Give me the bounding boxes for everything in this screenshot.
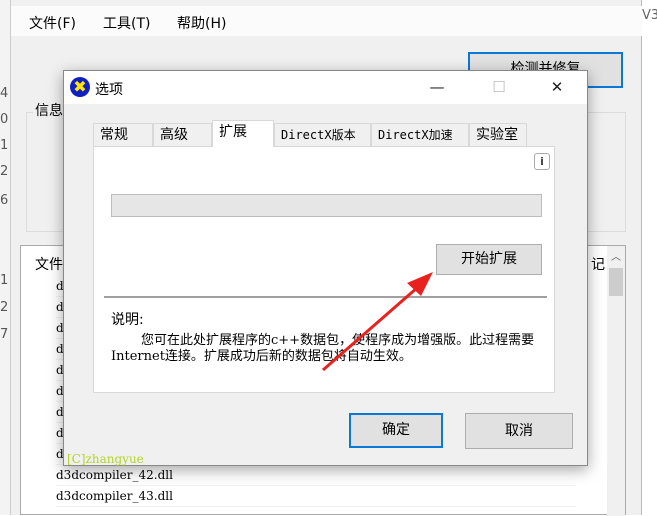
- left-number: 1: [0, 138, 9, 153]
- left-number: 4: [0, 86, 9, 101]
- tab-advanced[interactable]: 高级: [153, 123, 212, 146]
- info-button[interactable]: i: [534, 153, 550, 170]
- copyright-text: [C]zhangyue: [67, 452, 144, 466]
- column-header[interactable]: 记: [591, 254, 605, 274]
- tab-directx-accel[interactable]: DirectX加速: [371, 123, 469, 146]
- menu-tools[interactable]: 工具(T): [103, 13, 150, 33]
- menu-help[interactable]: 帮助(H): [177, 13, 226, 33]
- left-number: 6: [0, 193, 9, 208]
- left-number: 2: [0, 164, 9, 179]
- divider: [104, 296, 547, 298]
- extension-panel: i 开始扩展 说明: 您可在此处扩展程序的c++数据包，使程序成为增强版。此过程…: [93, 146, 555, 393]
- info-group-label: 信息: [33, 100, 65, 120]
- ok-button[interactable]: 确定: [349, 413, 443, 448]
- background-left-window: 4 0 1 2 6 1 2 7: [0, 0, 11, 515]
- left-number: 2: [0, 300, 9, 315]
- tab-general[interactable]: 常规: [93, 123, 153, 146]
- tab-directx-version[interactable]: DirectX版本: [274, 123, 371, 146]
- start-extension-button[interactable]: 开始扩展: [436, 244, 542, 275]
- left-number: 1: [0, 273, 9, 288]
- file-row[interactable]: d3dcompiler_43.dll: [56, 486, 576, 507]
- background-right-text: V3: [642, 8, 657, 23]
- close-button[interactable]: ✕: [534, 71, 580, 104]
- tab-extension[interactable]: 扩展: [212, 120, 274, 147]
- description-label: 说明:: [111, 312, 144, 328]
- tab-lab[interactable]: 实验室: [469, 123, 527, 146]
- left-number: 0: [0, 112, 9, 127]
- options-dialog: ✖ 选项 — ☐ ✕ 常规 高级 DirectX版本 DirectX加速 实验室…: [63, 70, 588, 466]
- maximize-button[interactable]: ☐: [476, 71, 522, 104]
- menu-file[interactable]: 文件(F): [29, 13, 76, 33]
- cancel-button[interactable]: 取消: [465, 413, 573, 449]
- dialog-title-bar[interactable]: ✖ 选项 — ☐ ✕: [64, 71, 587, 104]
- description-text: 您可在此处扩展程序的c++数据包，使程序成为增强版。此过程需要Internet连…: [111, 333, 535, 364]
- scrollbar-thumb[interactable]: [609, 268, 623, 296]
- left-number: 7: [0, 327, 9, 342]
- dialog-title: 选项: [95, 82, 123, 98]
- file-column-header[interactable]: 文件: [35, 254, 63, 274]
- progress-bar: [111, 194, 542, 217]
- menu-bar: 文件(F) 工具(T) 帮助(H): [11, 6, 642, 36]
- file-row[interactable]: d3dcompiler_42.dll: [56, 465, 576, 486]
- minimize-button[interactable]: —: [414, 71, 460, 104]
- app-icon: ✖: [70, 77, 90, 97]
- file-list-scrollbar[interactable]: ︿: [607, 246, 625, 516]
- scroll-up-icon[interactable]: ︿: [611, 248, 621, 263]
